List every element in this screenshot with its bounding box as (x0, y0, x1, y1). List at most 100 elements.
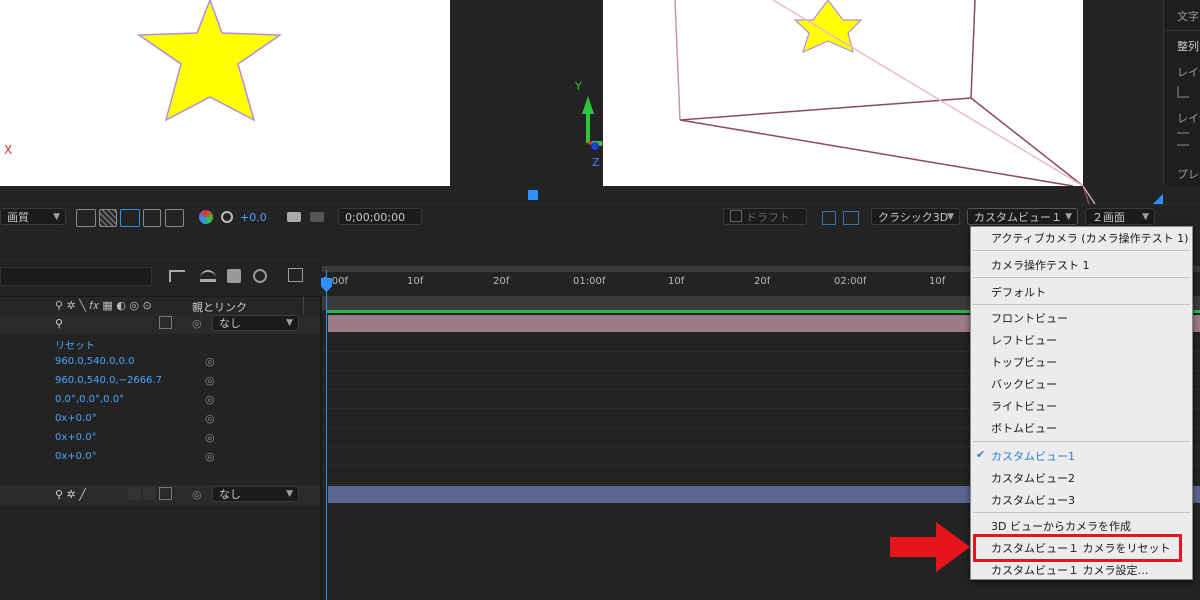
reset-link[interactable]: リセット (55, 337, 95, 352)
property-value[interactable]: 960.0,540.0,0.0 (55, 356, 135, 367)
viewer-gap: Y X Z (450, 0, 646, 200)
menu-separator (973, 277, 1190, 278)
menu-item-custom-view-3[interactable]: カスタムビュー3 (991, 492, 1075, 508)
menu-item-back-view[interactable]: バックビュー (991, 376, 1057, 392)
layer-row[interactable]: ⚲ ◎ なし ▼ (0, 314, 320, 334)
menu-item-right-view[interactable]: ライトビュー (991, 398, 1057, 414)
chevron-down-icon: ▼ (947, 212, 954, 222)
pickwhip-icon[interactable]: ◎ (205, 412, 215, 425)
shy-layers-icon[interactable] (200, 270, 216, 282)
pickwhip-icon[interactable]: ◎ (205, 393, 215, 406)
pickwhip-icon[interactable]: ◎ (205, 374, 215, 387)
camera-snapshot-icon[interactable] (287, 212, 301, 222)
property-value[interactable]: 0.0°,0.0°,0.0° (55, 394, 124, 405)
3d-layer-switch-icon[interactable] (159, 487, 172, 500)
chevron-down-icon: ▼ (1065, 212, 1072, 222)
menu-item-camera-settings[interactable]: カスタムビュー１ カメラ設定… (991, 562, 1149, 578)
show-snapshot-icon[interactable] (310, 212, 324, 222)
layer-search-input[interactable] (0, 267, 152, 286)
panel-layer-label-1: レイヤ (1177, 66, 1200, 79)
menu-item-create-camera[interactable]: 3D ビューからカメラを作成 (991, 518, 1131, 534)
view-dropdown-menu: アクティブカメラ (カメラ操作テスト 1) カメラ操作テスト 1 デフォルト フ… (970, 226, 1193, 580)
chevron-down-icon: ▼ (286, 318, 293, 328)
timecode-field[interactable]: 0;00;00;00 (338, 208, 422, 225)
camera-wireframe (674, 0, 1083, 186)
playhead-line[interactable] (326, 270, 327, 600)
color-channels-icon[interactable] (199, 210, 213, 224)
switch-box[interactable] (143, 487, 156, 500)
renderer-select-label: クラシック3D (878, 211, 949, 224)
property-value[interactable]: 960.0,540.0,−2666.7 (55, 375, 162, 386)
comp-flowchart-icon[interactable] (169, 270, 185, 282)
menu-item-bottom-view[interactable]: ボトムビュー (991, 420, 1057, 436)
column-divider (303, 297, 304, 315)
composition-viewer-left[interactable]: X (0, 0, 450, 186)
menu-item-front-view[interactable]: フロントビュー (991, 310, 1068, 326)
grid-guides-icon[interactable] (165, 209, 184, 227)
switch-box[interactable] (128, 487, 141, 500)
frame-blending-icon[interactable] (227, 269, 241, 283)
menu-item-active-camera[interactable]: アクティブカメラ (カメラ操作テスト 1) (991, 230, 1188, 246)
layout-select[interactable]: ２画面 ▼ (1085, 208, 1155, 225)
draft-3d-button[interactable]: ドラフト 3D (723, 208, 807, 241)
motion-blur-icon[interactable] (253, 269, 267, 283)
transparency-grid-icon[interactable] (99, 209, 117, 227)
pickwhip-icon[interactable]: ◎ (205, 450, 215, 463)
pickwhip-icon[interactable]: ◎ (192, 317, 202, 330)
menu-item-left-view[interactable]: レフトビュー (991, 332, 1057, 348)
draft-3d-icon (730, 210, 742, 222)
parent-select[interactable]: なし ▼ (212, 315, 299, 331)
property-value[interactable]: 0x+0.0° (55, 432, 97, 443)
composition-viewer-right[interactable] (603, 0, 1083, 186)
pickwhip-icon[interactable]: ◎ (205, 431, 215, 444)
panel-tab-text[interactable]: 文字 (1177, 8, 1199, 24)
menu-separator (973, 441, 1190, 442)
quality-select[interactable]: 画質 ▼ (0, 208, 66, 225)
ground-plane-icon[interactable] (843, 211, 859, 225)
property-value[interactable]: 0x+0.0° (55, 413, 97, 424)
right-side-panel: 文字 整列 レイヤ レイヤ プレビ (1163, 0, 1200, 186)
ruler-tick-label: 01:00f (573, 276, 606, 287)
y-axis-label: Y (575, 80, 582, 93)
renderer-select[interactable]: クラシック3D ▼ (871, 208, 960, 225)
timeline-divider (0, 260, 320, 261)
layer-switches-icons[interactable]: ⚲ ✲ ╱ (55, 488, 86, 501)
panel-preview-label: プレビ (1177, 168, 1200, 181)
menu-item-custom-view-2[interactable]: カスタムビュー2 (991, 470, 1075, 486)
star-shape (136, 0, 283, 122)
x-axis-label: X (4, 143, 13, 157)
pickwhip-icon[interactable]: ◎ (192, 488, 202, 501)
menu-separator (973, 304, 1190, 305)
exposure-value[interactable]: +0.0 (240, 211, 267, 224)
menu-item-top-view[interactable]: トップビュー (991, 354, 1057, 370)
red-arrow-icon (890, 522, 970, 572)
parent-select[interactable]: なし ▼ (212, 486, 299, 502)
menu-separator (973, 512, 1190, 513)
ruler-tick-label: 20f (754, 276, 771, 287)
region-of-interest-icon[interactable] (76, 209, 96, 227)
extended-viewer-icon[interactable] (822, 211, 836, 225)
graph-editor-icon[interactable] (288, 268, 303, 282)
parent-select-value: なし (219, 317, 241, 330)
menu-item-default[interactable]: デフォルト (991, 284, 1046, 300)
menu-item-custom-view-1[interactable]: カスタムビュー1 (991, 448, 1075, 464)
panel-align-title: 整列 (1177, 40, 1199, 53)
z-axis-label: Z (592, 156, 600, 169)
align-left-icon[interactable] (1177, 86, 1189, 98)
menu-item-camera-test[interactable]: カメラ操作テスト 1 (991, 257, 1090, 273)
safe-margins-icon[interactable] (143, 209, 161, 227)
mask-path-icon[interactable] (120, 209, 140, 227)
view-select[interactable]: カスタムビュー１ ▼ (967, 208, 1078, 225)
ruler-tick-label: 10f (929, 276, 946, 287)
property-value[interactable]: 0x+0.0° (55, 451, 97, 462)
reset-exposure-icon[interactable] (221, 211, 233, 223)
panel-layer-label-2: レイヤ (1177, 112, 1200, 125)
chevron-down-icon: ▼ (1142, 212, 1149, 222)
distribute-icon[interactable] (1177, 132, 1189, 146)
view-select-label: カスタムビュー１ (974, 211, 1062, 224)
shy-switch-icon[interactable]: ⚲ (55, 317, 63, 330)
3d-layer-switch-icon[interactable] (159, 316, 172, 329)
layer-columns-header: ⚲ ✲ ╲ 𝑓𝑥 ▦ ◐ ◎ ⊙ 親とリンク (0, 296, 320, 316)
layer-row[interactable]: ⚲ ✲ ╱ ◎ なし ▼ (0, 485, 320, 505)
pickwhip-icon[interactable]: ◎ (205, 355, 215, 368)
